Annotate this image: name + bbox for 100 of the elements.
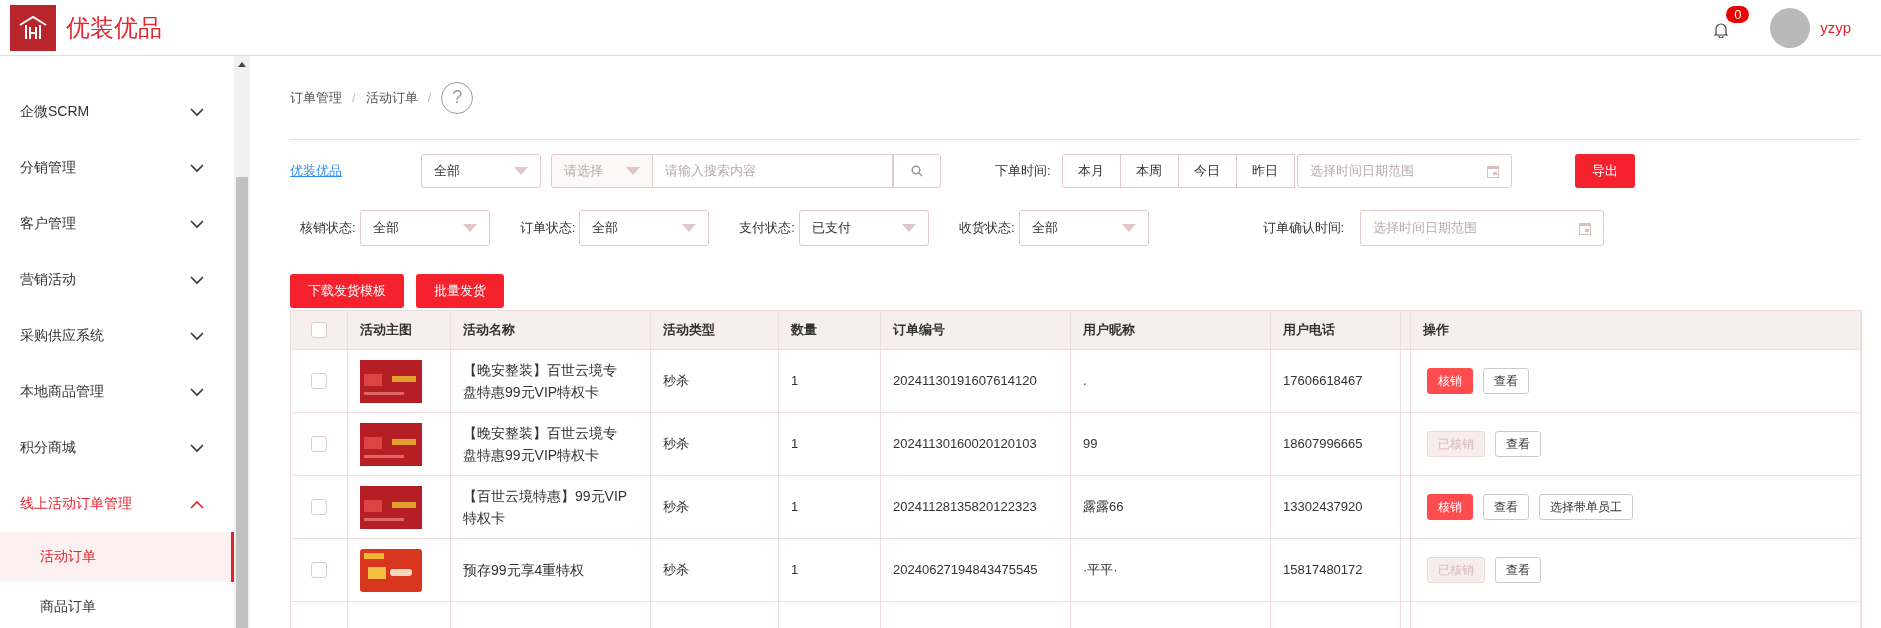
logo-icon [10, 4, 56, 51]
breadcrumb-separator: / [427, 90, 432, 105]
table-cell: 露露66 [1071, 476, 1271, 538]
table-cell: 18607996665 [1271, 413, 1401, 475]
sidebar-item[interactable]: 营销活动 [0, 252, 234, 308]
table-cell: . [1071, 350, 1271, 412]
chevron-down-icon [190, 163, 204, 173]
chevron-down-icon [190, 387, 204, 397]
caret-icon [901, 224, 916, 232]
column-header: 活动类型 [651, 311, 779, 349]
action-button[interactable]: 查看 [1483, 368, 1529, 394]
sidebar-item[interactable]: 积分商城 [0, 420, 234, 476]
status-select[interactable]: 已支付 [798, 210, 929, 246]
row-checkbox[interactable] [311, 499, 327, 515]
breadcrumb-separator: / [352, 90, 356, 105]
table-cell: 20240627194843475545 [881, 539, 1071, 601]
table-cell: 1 [779, 539, 881, 601]
status-select[interactable]: 全部 [579, 210, 710, 246]
caret-icon [462, 224, 477, 232]
chevron-down-icon [190, 275, 204, 285]
sidebar-item[interactable]: 企微SCRM [0, 84, 234, 140]
scope-select[interactable]: 全部 [421, 154, 541, 188]
sidebar-item[interactable]: 分销管理 [0, 140, 234, 196]
search-icon [911, 165, 923, 177]
range-button[interactable]: 今日 [1177, 154, 1237, 188]
product-image [360, 548, 422, 592]
caret-icon [1121, 224, 1136, 232]
row-checkbox[interactable] [311, 562, 327, 578]
table-cell: 【晚安整装】百世云境专盘特惠99元VIP特权卡 [451, 413, 651, 475]
toolbar-button[interactable]: 下载发货模板 [290, 274, 404, 308]
table-cell: 预存99元享4重特权 [451, 539, 651, 601]
column-header: 订单编号 [881, 311, 1071, 349]
table-cell: 秒杀 [651, 350, 779, 412]
select-all-checkbox[interactable] [311, 322, 327, 338]
chevron-down-icon [190, 107, 204, 117]
chevron-down-icon [190, 443, 204, 453]
caret-icon [626, 167, 640, 175]
action-button[interactable]: 选择带单员工 [1539, 494, 1633, 520]
action-button[interactable]: 查看 [1483, 494, 1529, 520]
range-button[interactable]: 本周 [1119, 154, 1179, 188]
range-button[interactable]: 本月 [1061, 154, 1121, 188]
action-button[interactable]: 查看 [1495, 431, 1541, 457]
caret-icon [514, 167, 528, 175]
search-button[interactable] [893, 154, 941, 188]
calendar-icon [1579, 221, 1592, 235]
sidebar-item[interactable]: 客户管理 [0, 196, 234, 252]
brand-title: 优装优品 [66, 12, 162, 43]
calendar-icon [1486, 164, 1499, 178]
sidebar-subitem[interactable]: 商品订单 [0, 582, 234, 628]
table-cell: 1 [779, 413, 881, 475]
range-button[interactable]: 昨日 [1235, 154, 1295, 188]
sidebar-item[interactable]: 采购供应系统 [0, 308, 234, 364]
table-cell: 15817480172 [1271, 539, 1401, 601]
sidebar-subitem[interactable]: 活动订单 [0, 532, 234, 582]
export-button[interactable]: 导出 [1574, 154, 1635, 188]
chevron-up-icon [190, 499, 204, 509]
sidebar-item[interactable]: 本地商品管理 [0, 364, 234, 420]
chevron-down-icon [190, 331, 204, 341]
bell-icon[interactable] [1714, 22, 1729, 38]
status-select[interactable]: 全部 [359, 210, 490, 246]
row-checkbox[interactable] [311, 373, 327, 389]
sidebar-item[interactable]: 线上活动订单管理 [0, 476, 234, 532]
column-header: 活动主图 [348, 311, 451, 349]
action-button[interactable]: 查看 [1495, 557, 1541, 583]
table-cell: 【晚安整装】百世云境专盘特惠99元VIP特权卡 [451, 350, 651, 412]
toolbar-button[interactable]: 批量发货 [416, 274, 504, 308]
column-header: 活动名称 [451, 311, 651, 349]
column-header: 数量 [779, 311, 881, 349]
chevron-down-icon [190, 219, 204, 229]
table-cell: 13302437920 [1271, 476, 1401, 538]
filter-label: 支付状态: [739, 219, 795, 237]
scrollbar-thumb[interactable] [236, 177, 248, 628]
product-image [360, 359, 422, 403]
notification-badge: 0 [1726, 6, 1750, 23]
avatar[interactable] [1770, 7, 1811, 48]
table-cell: 秒杀 [651, 539, 779, 601]
filter-label: 下单时间: [995, 162, 1051, 180]
status-select[interactable]: 全部 [1018, 210, 1149, 246]
column-header: 操作 [1411, 311, 1861, 349]
filter-label: 收货状态: [958, 219, 1015, 237]
filter-label: 核销状态: [300, 219, 356, 237]
table-cell: 秒杀 [651, 413, 779, 475]
scroll-up-icon[interactable] [238, 62, 246, 67]
product-image [360, 422, 422, 466]
table-cell: 20241128135820122323 [881, 476, 1071, 538]
table-cell: 秒杀 [651, 476, 779, 538]
row-checkbox[interactable] [311, 436, 327, 452]
breadcrumb-item[interactable]: 活动订单 [365, 88, 418, 107]
filter-label: 订单状态: [519, 219, 576, 237]
breadcrumb-item[interactable]: 订单管理 [290, 88, 342, 107]
table-cell: 【百世云境特惠】99元VIP特权卡 [451, 476, 651, 538]
table-cell: ·平平· [1071, 539, 1271, 601]
table-cell: 17606618467 [1271, 350, 1401, 412]
user-name[interactable]: yzyp [1820, 19, 1851, 36]
column-header: 用户电话 [1271, 311, 1401, 349]
filter-label: 订单确认时间: [1262, 219, 1345, 237]
column-header: 用户昵称 [1071, 311, 1271, 349]
shop-link[interactable]: 优装优品 [290, 162, 421, 180]
table-cell: 1 [779, 350, 881, 412]
caret-icon [682, 224, 697, 232]
